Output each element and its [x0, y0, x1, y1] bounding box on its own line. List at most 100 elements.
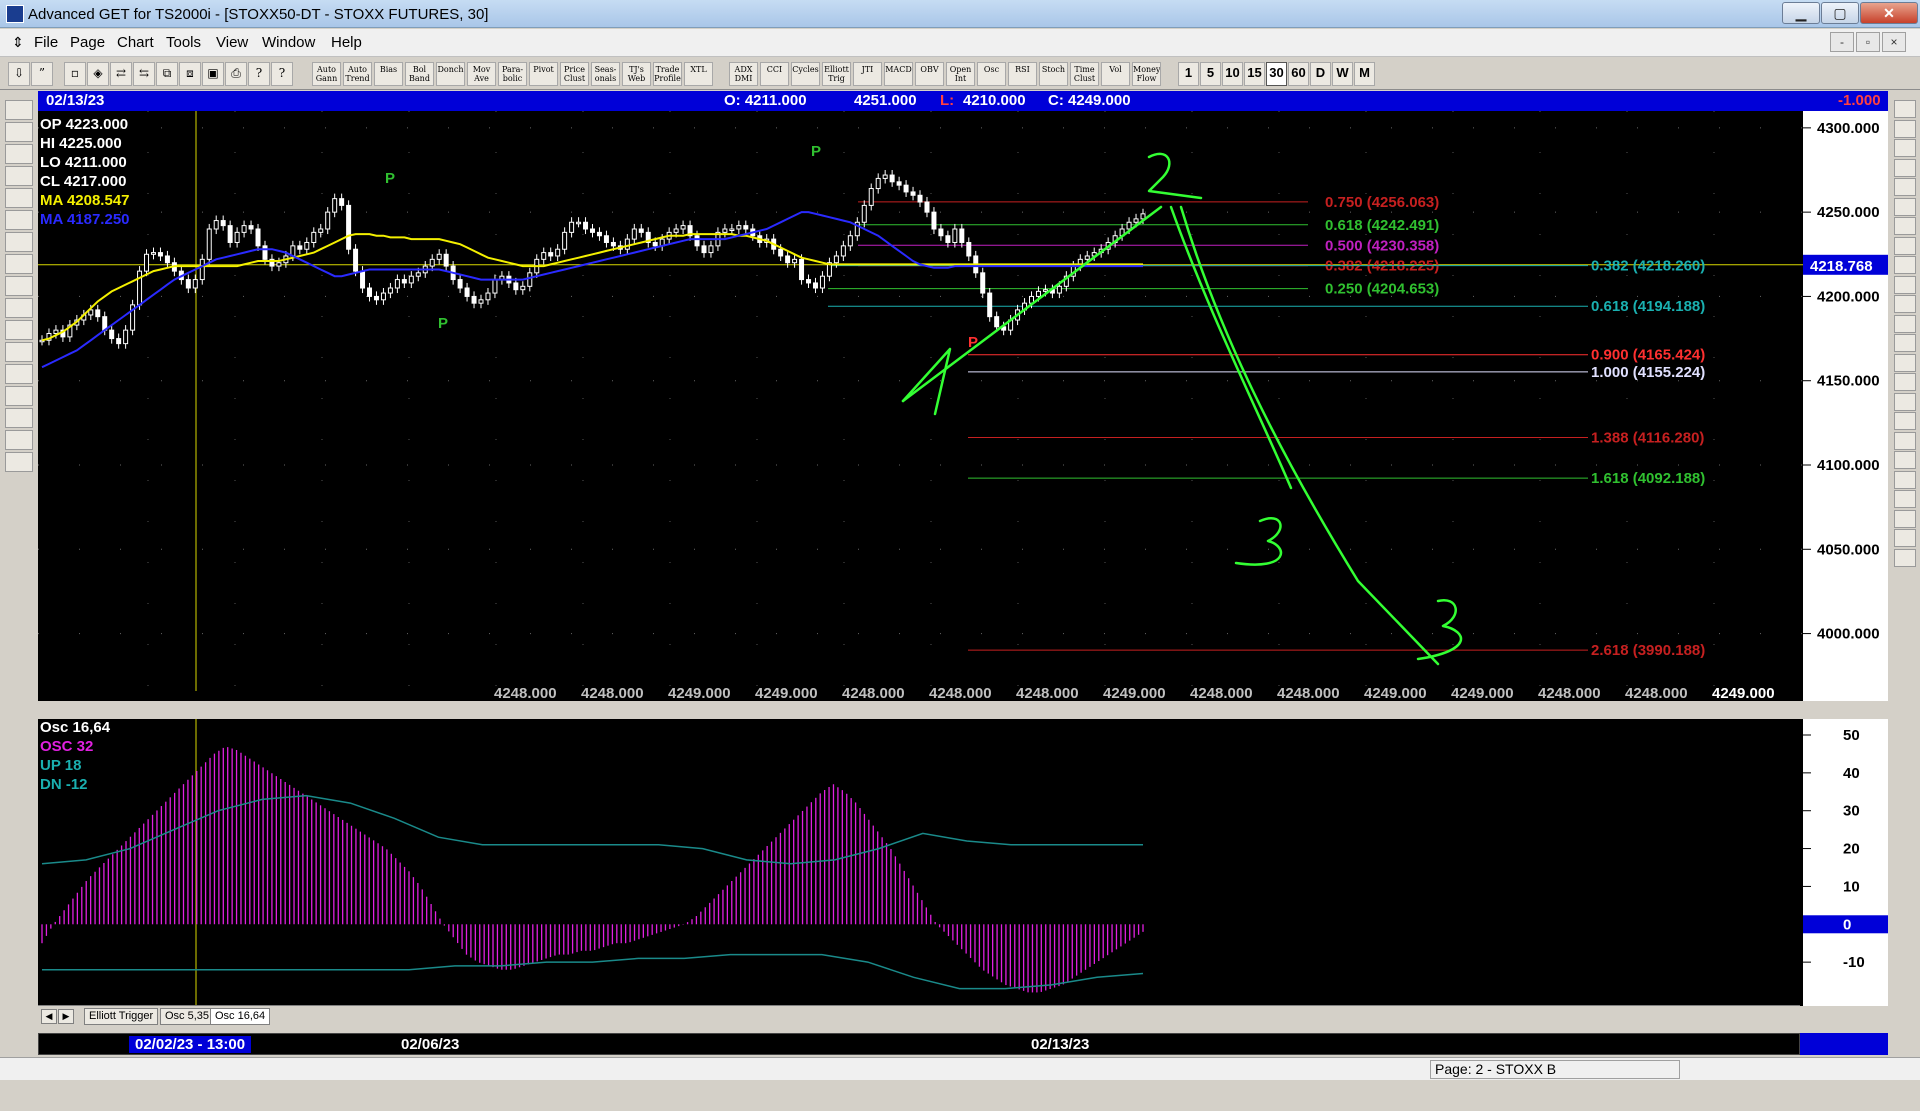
- menu-chart[interactable]: Chart: [117, 34, 154, 51]
- timeframe-button[interactable]: 15: [1244, 62, 1265, 86]
- study-button[interactable]: XTL: [684, 62, 713, 86]
- study-button[interactable]: Osc: [977, 62, 1006, 86]
- menu-help[interactable]: Help: [331, 34, 362, 51]
- toolbar-tool-icon[interactable]: ⧈: [179, 62, 201, 86]
- tab-osc-5-35[interactable]: Osc 5,35: [160, 1008, 215, 1025]
- toolbar-tool-icon[interactable]: ▫: [64, 62, 86, 86]
- drawing-tool-icon[interactable]: [5, 166, 33, 186]
- study-tool-icon[interactable]: [1894, 334, 1916, 352]
- study-button[interactable]: Cycles: [791, 62, 820, 86]
- study-tool-icon[interactable]: [1894, 509, 1916, 528]
- study-button[interactable]: Para- bolic: [498, 62, 527, 86]
- drawing-tool-icon[interactable]: [5, 386, 33, 406]
- drawing-tool-icon[interactable]: [5, 210, 33, 230]
- timeframe-button[interactable]: 60: [1288, 62, 1309, 86]
- drawing-tool-icon[interactable]: [5, 100, 33, 120]
- drawing-tool-icon[interactable]: [5, 342, 33, 362]
- drawing-tool-icon[interactable]: [5, 452, 33, 472]
- study-button[interactable]: Vol: [1101, 62, 1130, 86]
- minimize-button[interactable]: ▁: [1782, 2, 1820, 24]
- toolbar-tool-icon[interactable]: ⎙: [225, 62, 247, 86]
- timeframe-button[interactable]: M: [1354, 62, 1375, 86]
- study-tool-icon[interactable]: [1894, 158, 1916, 177]
- close-button[interactable]: ✕: [1860, 2, 1918, 24]
- drawing-tool-icon[interactable]: [5, 276, 33, 296]
- tab-next-button[interactable]: ▶: [58, 1009, 74, 1024]
- study-button[interactable]: CCI: [760, 62, 789, 86]
- menu-window[interactable]: Window: [262, 34, 315, 51]
- study-button[interactable]: Elliott Trig: [822, 62, 851, 86]
- toolbar-tool-icon[interactable]: ?: [271, 62, 293, 86]
- drawing-tool-icon[interactable]: [5, 298, 33, 318]
- study-button[interactable]: Auto Gann: [312, 62, 341, 86]
- toolbar-tool-icon[interactable]: ?: [248, 62, 270, 86]
- study-button[interactable]: OBV: [915, 62, 944, 86]
- maximize-button[interactable]: ▢: [1821, 2, 1859, 24]
- study-tool-icon[interactable]: [1894, 451, 1916, 469]
- timeframe-button[interactable]: 10: [1222, 62, 1243, 86]
- toolbar-tool-icon[interactable]: ⧉: [156, 62, 178, 86]
- toolbar-tool-icon[interactable]: ▣: [202, 62, 224, 86]
- drawing-tool-icon[interactable]: [5, 188, 33, 208]
- drawing-tool-icon[interactable]: [5, 232, 33, 252]
- mdi-minimize-button[interactable]: -: [1830, 32, 1854, 52]
- drawing-tool-icon[interactable]: [5, 254, 33, 274]
- study-button[interactable]: Stoch: [1039, 62, 1068, 86]
- timeframe-button[interactable]: 1: [1178, 62, 1199, 86]
- study-tool-icon[interactable]: [1894, 548, 1916, 567]
- study-tool-icon[interactable]: [1894, 139, 1916, 157]
- study-button[interactable]: Donch: [436, 62, 465, 86]
- toolbar-tool-icon[interactable]: ⇩: [8, 62, 30, 86]
- tab-osc-16-64[interactable]: Osc 16,64: [210, 1008, 271, 1025]
- study-button[interactable]: Open Int: [946, 62, 975, 86]
- study-tool-icon[interactable]: [1894, 314, 1916, 333]
- menu-file[interactable]: File: [34, 34, 58, 51]
- study-button[interactable]: Bol Band: [405, 62, 434, 86]
- toolbar-tool-icon[interactable]: ⇄: [110, 62, 132, 86]
- study-tool-icon[interactable]: [1894, 431, 1916, 450]
- toolbar-tool-icon[interactable]: ”: [31, 62, 53, 86]
- timeframe-button[interactable]: D: [1310, 62, 1331, 86]
- tab-elliott-trigger[interactable]: Elliott Trigger: [84, 1008, 159, 1025]
- study-tool-icon[interactable]: [1894, 275, 1916, 294]
- timeframe-button[interactable]: 30: [1266, 62, 1287, 86]
- drawing-tool-icon[interactable]: [5, 430, 33, 450]
- study-button[interactable]: RSI: [1008, 62, 1037, 86]
- toolbar-tool-icon[interactable]: ◈: [87, 62, 109, 86]
- study-button[interactable]: Seas- onals: [591, 62, 620, 86]
- toolbar-tool-icon[interactable]: ⇆: [133, 62, 155, 86]
- drawing-tool-icon[interactable]: [5, 364, 33, 384]
- mdi-close-button[interactable]: ×: [1882, 32, 1906, 52]
- mdi-restore-button[interactable]: ▫: [1856, 32, 1880, 52]
- menu-page[interactable]: Page: [70, 34, 105, 51]
- doc-icon[interactable]: ⇕: [12, 34, 24, 51]
- menu-tools[interactable]: Tools: [166, 34, 201, 51]
- chart-area[interactable]: 0.750 (4256.063) 0.618 (4242.491) 0.500 (4…: [38, 111, 1888, 1111]
- study-button[interactable]: Pivot: [529, 62, 558, 86]
- study-button[interactable]: MACD: [884, 62, 913, 86]
- study-button[interactable]: Bias: [374, 62, 403, 86]
- study-tool-icon[interactable]: [1894, 373, 1916, 391]
- timeframe-button[interactable]: 5: [1200, 62, 1221, 86]
- study-tool-icon[interactable]: [1894, 217, 1916, 235]
- study-tool-icon[interactable]: [1894, 119, 1916, 138]
- study-button[interactable]: Money Flow: [1132, 62, 1161, 86]
- study-tool-icon[interactable]: [1894, 100, 1916, 118]
- study-button[interactable]: ADX DMI: [729, 62, 758, 86]
- study-button[interactable]: Auto Trend: [343, 62, 372, 86]
- drawing-tool-icon[interactable]: [5, 408, 33, 428]
- menu-view[interactable]: View: [216, 34, 248, 51]
- timeframe-button[interactable]: W: [1332, 62, 1353, 86]
- drawing-tool-icon[interactable]: [5, 320, 33, 340]
- study-button[interactable]: JTI: [853, 62, 882, 86]
- study-button[interactable]: Price Clust: [560, 62, 589, 86]
- study-tool-icon[interactable]: [1894, 295, 1916, 313]
- study-tool-icon[interactable]: [1894, 470, 1916, 489]
- study-button[interactable]: Time Clust: [1070, 62, 1099, 86]
- study-tool-icon[interactable]: [1894, 529, 1916, 547]
- study-tool-icon[interactable]: [1894, 178, 1916, 196]
- study-tool-icon[interactable]: [1894, 412, 1916, 430]
- study-tool-icon[interactable]: [1894, 490, 1916, 508]
- study-tool-icon[interactable]: [1894, 197, 1916, 216]
- study-button[interactable]: Mov Ave: [467, 62, 496, 86]
